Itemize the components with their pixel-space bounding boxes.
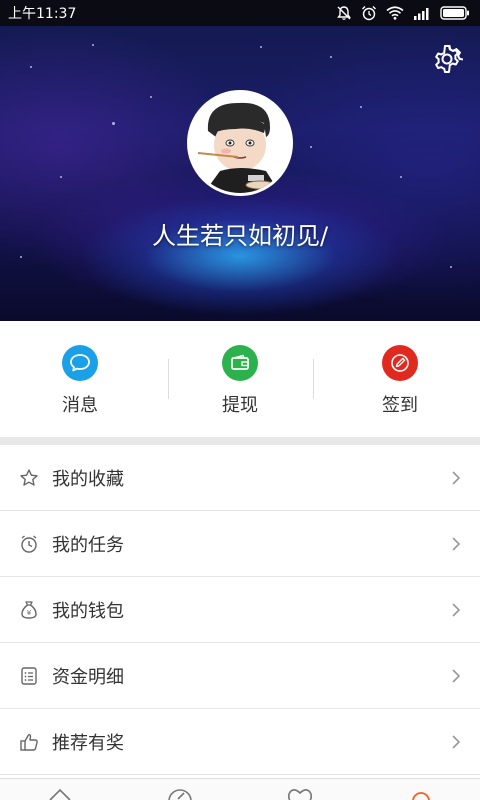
chevron-right-icon (452, 668, 461, 683)
clock-icon (18, 533, 40, 555)
withdraw-action[interactable]: 提现 (160, 321, 320, 417)
avatar-cartoon-portrait (190, 93, 290, 193)
chevron-right-icon (452, 602, 461, 617)
notifications-off-icon (337, 6, 351, 20)
checkin-label: 签到 (382, 395, 418, 416)
withdraw-label: 提现 (222, 395, 258, 416)
battery-icon (440, 6, 469, 20)
menu-label: 推荐有奖 (52, 732, 124, 754)
chat-bubble-icon (70, 354, 90, 372)
menu-list: 我的收藏 我的任务 ¥ 我的钱包 资金明细 推荐有奖 (0, 445, 480, 775)
status-icons (336, 5, 470, 21)
heart-icon[interactable] (286, 787, 314, 800)
settings-gear-icon[interactable] (431, 43, 463, 75)
wifi-icon (386, 6, 404, 20)
status-time: 上午11:37 (8, 6, 77, 22)
username[interactable]: 人生若只如初见/ (0, 216, 480, 251)
action-divider (168, 359, 169, 399)
menu-item-referral-rewards[interactable]: 推荐有奖 (0, 709, 480, 775)
chevron-right-icon (452, 536, 461, 551)
wallet-icon (231, 354, 249, 370)
messages-action-circle (62, 345, 98, 381)
menu-item-tasks[interactable]: 我的任务 (0, 511, 480, 577)
checkin-action[interactable]: 签到 (320, 321, 480, 417)
messages-action[interactable]: 消息 (0, 321, 160, 417)
chevron-right-icon (452, 734, 461, 749)
quick-actions: 消息 提现 签到 (0, 321, 480, 437)
profile-icon[interactable] (410, 787, 432, 800)
compass-icon[interactable] (167, 787, 193, 800)
avatar[interactable] (187, 90, 293, 196)
action-divider (313, 359, 314, 399)
checkin-action-circle (382, 345, 418, 381)
menu-item-wallet[interactable]: ¥ 我的钱包 (0, 577, 480, 643)
status-bar: 上午11:37 (0, 0, 480, 26)
menu-item-fund-details[interactable]: 资金明细 (0, 643, 480, 709)
withdraw-action-circle (222, 345, 258, 381)
menu-label: 资金明细 (52, 666, 124, 688)
svg-text:¥: ¥ (27, 609, 32, 617)
alarm-icon (362, 6, 376, 21)
pencil-icon (391, 354, 409, 372)
money-bag-icon: ¥ (18, 599, 40, 621)
chevron-right-icon (452, 470, 461, 485)
menu-label: 我的收藏 (52, 468, 124, 490)
profile-header: 人生若只如初见/ (0, 26, 480, 321)
thumbs-up-icon (18, 731, 40, 753)
messages-label: 消息 (62, 395, 98, 416)
signal-icon (414, 8, 429, 20)
section-divider (0, 437, 480, 445)
home-icon[interactable] (48, 787, 72, 800)
bottom-nav (0, 778, 480, 800)
star-icon (18, 467, 40, 489)
menu-label: 我的任务 (52, 534, 124, 556)
list-detail-icon (18, 665, 40, 687)
menu-label: 我的钱包 (52, 600, 124, 622)
menu-item-favorites[interactable]: 我的收藏 (0, 445, 480, 511)
